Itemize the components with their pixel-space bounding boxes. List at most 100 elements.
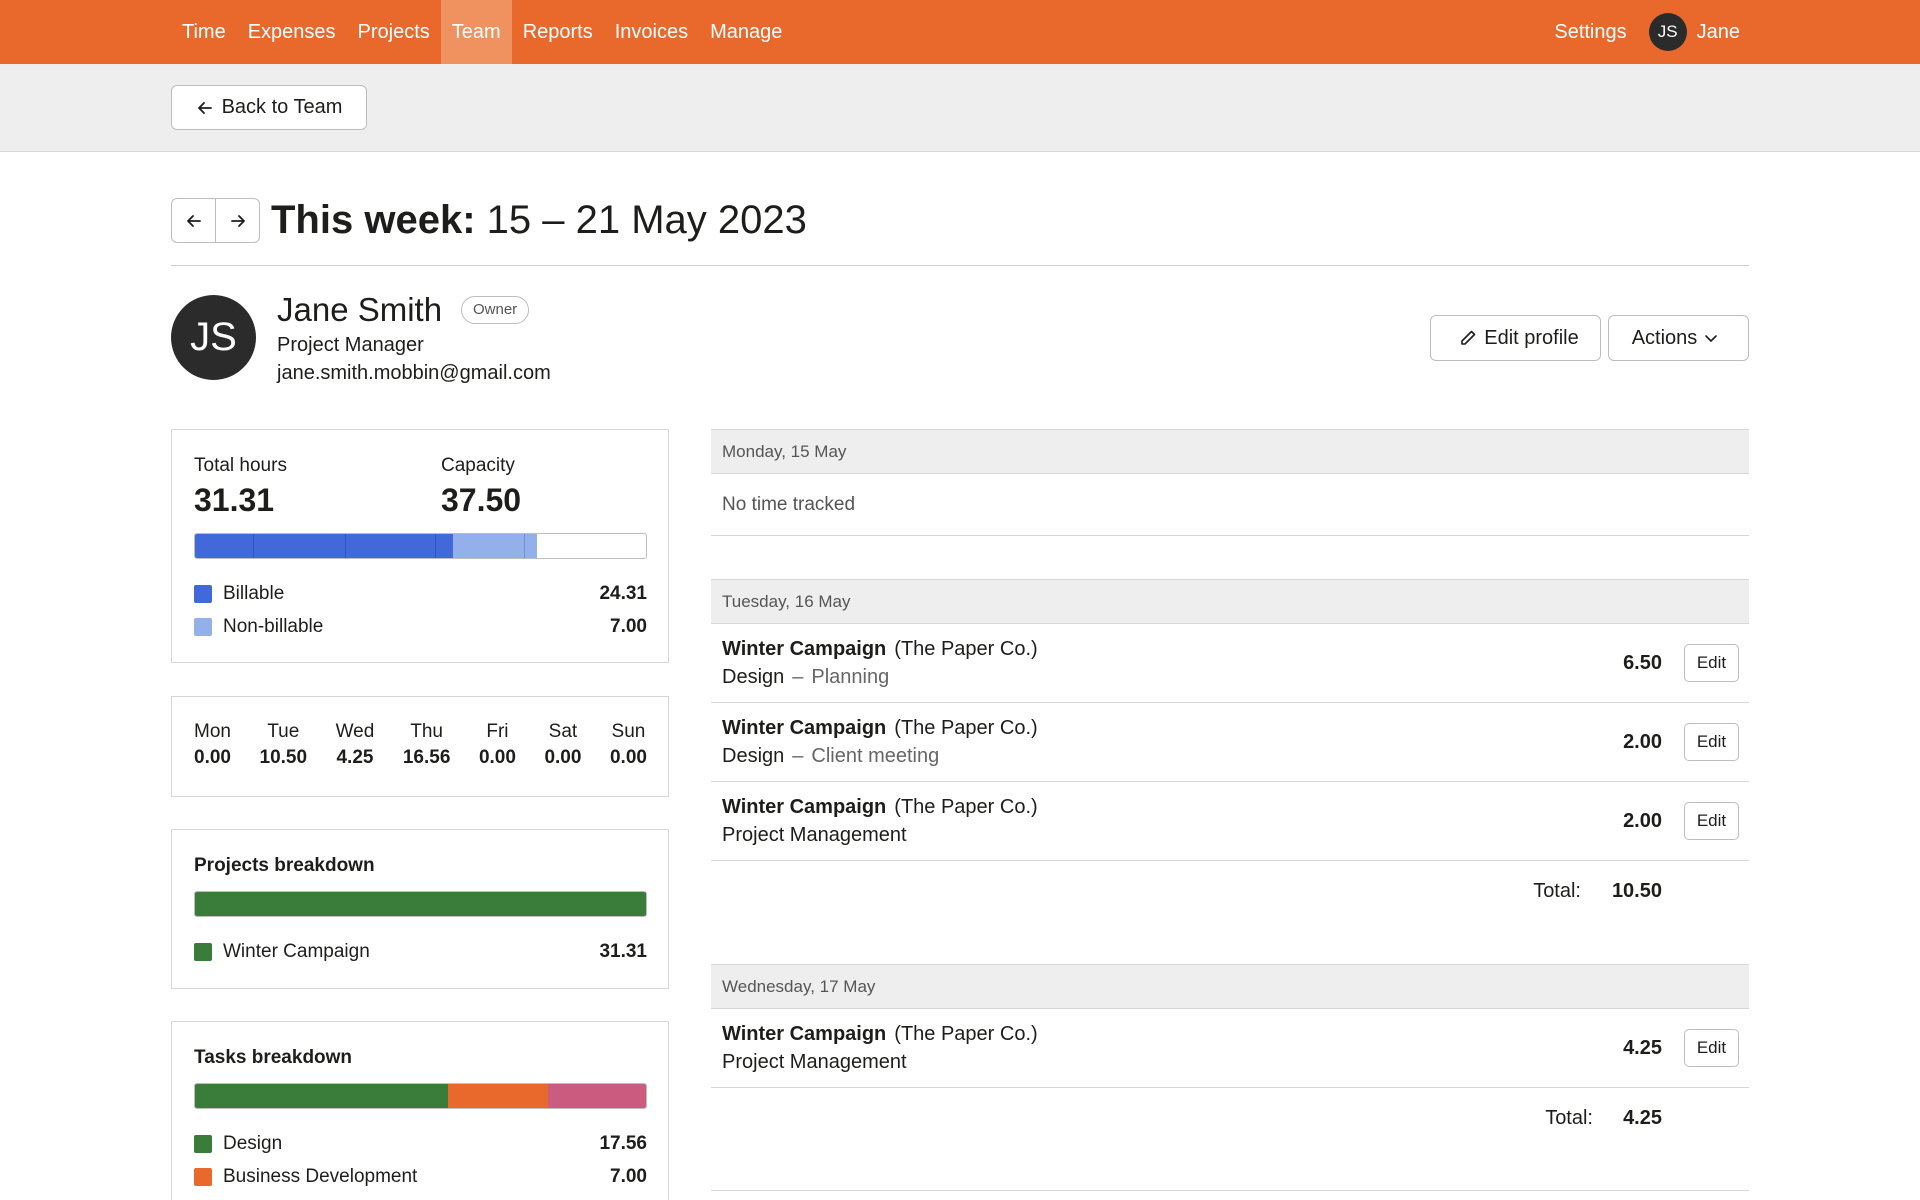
entry-project-line: Winter Campaign (The Paper Co.) xyxy=(722,715,1038,741)
entry-project: Winter Campaign xyxy=(722,796,887,818)
next-day-divider xyxy=(711,1190,1749,1191)
time-entry: Winter Campaign (The Paper Co.) Design – Pl… xyxy=(711,624,1749,703)
billable-legend: Billable 24.31 xyxy=(194,581,647,607)
entry-note: Planning xyxy=(811,666,890,688)
billable-value: 24.31 xyxy=(599,583,647,604)
nav-item-expenses[interactable]: Expenses xyxy=(237,0,347,64)
nav-item-time[interactable]: Time xyxy=(171,0,237,64)
entry-hours: 2.00 xyxy=(1623,810,1662,832)
time-entry: Winter Campaign (The Paper Co.) Project M… xyxy=(711,1009,1749,1088)
nav-item-team[interactable]: Team xyxy=(440,0,512,64)
entry-task: Project Management xyxy=(722,1051,907,1073)
task-label: Design xyxy=(223,1133,283,1154)
time-entry: Winter Campaign (The Paper Co.) Project M… xyxy=(711,782,1749,861)
day-total-value: 4.25 xyxy=(1623,1107,1662,1129)
day-name: Sun xyxy=(611,721,646,742)
day-hours: 4.25 xyxy=(336,747,374,768)
edit-entry-button[interactable]: Edit xyxy=(1684,802,1739,840)
entry-project-line: Winter Campaign (The Paper Co.) xyxy=(722,794,1038,820)
task-value: 17.56 xyxy=(599,1133,647,1154)
day-name: Fri xyxy=(486,721,509,742)
entry-task-line: Design – Client meeting xyxy=(722,743,939,769)
day-hours: 0.00 xyxy=(609,747,647,768)
entry-client: (The Paper Co.) xyxy=(894,638,1038,660)
edit-profile-button[interactable]: Edit profile xyxy=(1430,315,1601,361)
edit-entry-button[interactable]: Edit xyxy=(1684,723,1739,761)
previous-week-button[interactable] xyxy=(172,199,215,242)
sub-header: Back to Team xyxy=(0,64,1920,152)
nav-item-manage[interactable]: Manage xyxy=(699,0,793,64)
pencil-icon xyxy=(1461,330,1476,345)
profile-avatar: JS xyxy=(171,295,256,380)
projects-breakdown-bar xyxy=(194,891,647,917)
day-sat: Sat 0.00 xyxy=(544,719,581,771)
tasks-breakdown-title: Tasks breakdown xyxy=(194,1047,353,1068)
task-label: Business Development xyxy=(223,1166,418,1187)
day-hours: 16.56 xyxy=(402,747,451,768)
entry-task: Design xyxy=(722,745,785,767)
project-segment xyxy=(195,892,646,916)
project-swatch xyxy=(194,943,212,961)
project-legend-winter-campaign: Winter Campaign 31.31 xyxy=(194,939,647,965)
day-name: Sat xyxy=(548,721,578,742)
nav-user-avatar[interactable]: JS xyxy=(1648,13,1687,51)
project-label: Winter Campaign xyxy=(223,941,370,962)
nav-user-name[interactable]: Jane xyxy=(1697,21,1740,44)
edit-entry-button[interactable]: Edit xyxy=(1684,1029,1739,1067)
main-nav: Time Expenses Projects Team Reports Invo… xyxy=(171,0,793,64)
task-segment-business-development xyxy=(447,1084,549,1108)
billable-segment xyxy=(253,534,345,558)
billable-segment xyxy=(195,534,253,558)
task-legend-business-development: Business Development 7.00 xyxy=(194,1164,647,1190)
nav-item-projects[interactable]: Projects xyxy=(347,0,441,64)
nonbillable-segment xyxy=(524,534,537,558)
entry-hours: 4.25 xyxy=(1623,1037,1662,1059)
nonbillable-segment xyxy=(453,534,524,558)
task-legend-design: Design 17.56 xyxy=(194,1131,647,1157)
billable-segment xyxy=(435,534,453,558)
tasks-breakdown-card: Tasks breakdown Design 17.56 Business De… xyxy=(171,1021,669,1200)
edit-entry-button[interactable]: Edit xyxy=(1684,644,1739,682)
entry-project: Winter Campaign xyxy=(722,717,887,739)
nav-user-area: Settings JS Jane xyxy=(1554,0,1740,64)
entry-separator: – xyxy=(792,745,804,767)
chevron-down-icon xyxy=(1705,335,1718,342)
day-name: Thu xyxy=(410,721,443,742)
entry-project: Winter Campaign xyxy=(722,1023,887,1045)
capacity-value: 37.50 xyxy=(441,482,522,518)
nav-item-reports[interactable]: Reports xyxy=(512,0,604,64)
profile-name: Jane Smith xyxy=(277,291,443,328)
nav-item-invoices[interactable]: Invoices xyxy=(604,0,699,64)
entry-task: Design xyxy=(722,666,785,688)
capacity-bar xyxy=(194,533,647,559)
task-swatch xyxy=(194,1168,212,1186)
billable-segment xyxy=(345,534,435,558)
day-total-tuesday: Total: 10.50 xyxy=(711,861,1749,921)
back-to-team-label: Back to Team xyxy=(221,96,343,118)
day-fri: Fri 0.00 xyxy=(479,719,516,771)
nav-settings-link[interactable]: Settings xyxy=(1554,21,1626,44)
day-header-wednesday: Wednesday, 17 May xyxy=(711,964,1749,1009)
day-hours: 0.00 xyxy=(194,747,231,768)
hours-summary-card: Total hours 31.31 Capacity 37.50 Billabl… xyxy=(171,429,669,663)
week-title-prefix: This week: xyxy=(271,198,476,242)
entry-client: (The Paper Co.) xyxy=(894,796,1038,818)
edit-profile-label: Edit profile xyxy=(1484,326,1579,349)
entry-client: (The Paper Co.) xyxy=(894,717,1038,739)
next-week-button[interactable] xyxy=(215,199,259,242)
back-to-team-button[interactable]: Back to Team xyxy=(171,85,367,130)
actions-dropdown-button[interactable]: Actions xyxy=(1608,315,1749,361)
entry-hours: 2.00 xyxy=(1623,731,1662,753)
day-name: Mon xyxy=(194,721,231,742)
day-name: Tue xyxy=(267,721,300,742)
projects-breakdown-card: Projects breakdown Winter Campaign 31.31 xyxy=(171,829,669,989)
nonbillable-value: 7.00 xyxy=(610,616,647,637)
projects-breakdown-title: Projects breakdown xyxy=(194,855,375,876)
task-segment-project-management xyxy=(548,1084,646,1108)
day-hours: 0.00 xyxy=(544,747,582,768)
nonbillable-swatch xyxy=(194,618,212,636)
entry-client: (The Paper Co.) xyxy=(894,1023,1038,1045)
header-divider xyxy=(171,265,1749,266)
entry-project-line: Winter Campaign (The Paper Co.) xyxy=(722,1021,1038,1047)
day-sun: Sun 0.00 xyxy=(610,719,647,771)
